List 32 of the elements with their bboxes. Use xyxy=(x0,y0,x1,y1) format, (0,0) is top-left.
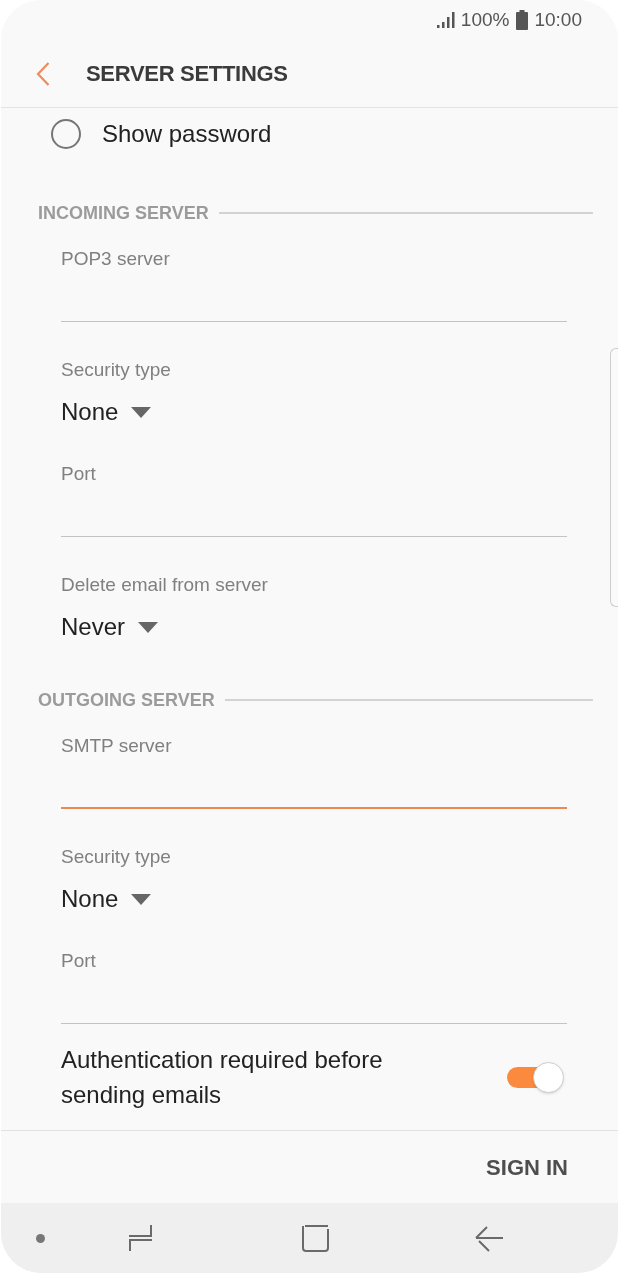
dropdown[interactable]: Never xyxy=(61,609,159,645)
field-label: Port xyxy=(61,949,97,973)
radio-label: Show password xyxy=(102,119,272,149)
switch-label: Authentication required before sending emails xyxy=(61,1045,384,1110)
field-label: Port xyxy=(61,462,97,486)
field-label: Delete email from server xyxy=(61,573,269,597)
signal-icon xyxy=(436,12,455,28)
radio-button[interactable] xyxy=(51,119,81,149)
home-icon[interactable] xyxy=(302,1224,329,1252)
dropdown[interactable]: None xyxy=(61,394,152,430)
battery-level: 100% xyxy=(460,7,510,32)
dot-icon[interactable] xyxy=(36,1233,45,1243)
clock: 10:00 xyxy=(534,7,582,32)
scrollbar-thumb[interactable] xyxy=(610,348,618,607)
section-header: OUTGOING SERVER xyxy=(38,688,215,712)
caret-icon xyxy=(138,621,159,633)
toggle-switch[interactable] xyxy=(507,1061,564,1093)
field-label: Security type xyxy=(61,358,172,382)
section-header: INCOMING SERVER xyxy=(38,201,209,225)
field-label: Security type xyxy=(61,845,172,869)
field-label: POP3 server xyxy=(61,247,171,271)
dropdown[interactable]: None xyxy=(61,881,152,917)
battery-icon xyxy=(516,10,529,30)
back-arrow-icon[interactable] xyxy=(474,1224,504,1252)
screen-title: SERVER SETTINGS xyxy=(86,60,288,88)
back-button[interactable] xyxy=(34,61,51,86)
recents-icon[interactable] xyxy=(128,1224,153,1252)
caret-icon xyxy=(131,893,152,905)
caret-icon xyxy=(131,406,152,418)
sign-in-button[interactable]: SIGN IN xyxy=(484,1150,570,1184)
field-label: SMTP server xyxy=(61,734,173,758)
back-icon xyxy=(35,61,50,86)
